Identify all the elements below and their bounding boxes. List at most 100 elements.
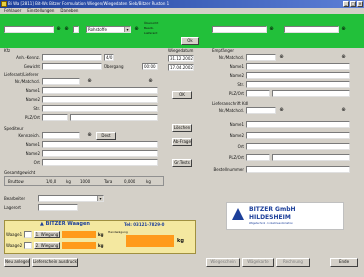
scale1-label: Waage1 <box>6 232 23 237</box>
search-icon[interactable]: ⊕ <box>86 132 93 139</box>
delivery-zip-input[interactable] <box>246 154 270 161</box>
first-weighing-button[interactable]: 1. Wiegung <box>34 231 60 238</box>
search-icon[interactable]: ⊕ <box>268 26 275 33</box>
tests-button[interactable]: Gr.Tests <box>172 159 192 167</box>
delivery-label-number: Nr./Matchcd. <box>218 108 244 113</box>
gross-value: 1/0,0 <box>46 179 57 184</box>
search-icon[interactable]: ⊕ <box>63 26 70 33</box>
tare-unit: kg <box>146 179 151 184</box>
supplier-name2-input[interactable] <box>42 96 158 103</box>
delivery-name1-input[interactable] <box>246 121 350 128</box>
invoice-button[interactable]: Rechnung <box>276 258 310 267</box>
recipient-street-input[interactable] <box>246 81 350 88</box>
filter-input-1[interactable] <box>4 26 54 33</box>
search-icon[interactable]: ⊕ <box>340 107 347 114</box>
carrier-name1-input[interactable] <box>42 141 158 148</box>
order-number-input[interactable] <box>246 166 350 173</box>
filter-info: Übersicht Bearb. Lieferant <box>144 21 178 41</box>
category-select-value: Rohstoffe <box>88 27 107 32</box>
section-delivery-address: Lieferanschrift Kdl <box>212 101 249 106</box>
transition-time-value: 00:00 <box>144 64 156 69</box>
exit-button[interactable]: Ende <box>330 258 358 267</box>
delete-button[interactable]: Löschen <box>172 124 192 132</box>
delivery-label-street: Ort <box>237 144 244 149</box>
recipient-city-input[interactable] <box>272 90 350 97</box>
search-icon[interactable]: ⊕ <box>278 54 285 61</box>
supplier-zip-input[interactable] <box>42 114 68 121</box>
search-icon[interactable]: ⊕ <box>340 54 347 61</box>
scale1-select[interactable] <box>24 231 32 238</box>
storage-label: Lagerort <box>4 205 21 210</box>
transition-time-input[interactable]: 00:00 <box>142 63 158 70</box>
delivery-city-input[interactable] <box>272 154 350 161</box>
filter-ok-button[interactable]: Ok <box>181 37 199 45</box>
delivery-street-input[interactable] <box>246 143 350 150</box>
weight-input[interactable] <box>42 63 102 70</box>
supplier-number-input[interactable] <box>42 78 80 85</box>
recipient-name1-input[interactable] <box>246 63 350 70</box>
window-titlebar: Bi Wa [2811] Bit-Ws Bitzer Formulation W… <box>0 0 364 8</box>
weigh-date-value-1: 31.12.2002 <box>170 56 193 61</box>
search-icon[interactable]: ⊕ <box>147 78 154 85</box>
supplier-street-input[interactable] <box>42 105 158 112</box>
recipient-number-input[interactable] <box>246 54 276 61</box>
date-input[interactable]: 4/0 <box>104 54 114 61</box>
net-unit: kg <box>177 238 184 244</box>
trailer-plate-input[interactable] <box>42 54 102 61</box>
category-select[interactable]: Rohstoffe ▾ <box>86 26 131 33</box>
carrier-plate-input[interactable] <box>42 132 80 139</box>
operator-label: Bearbeiter <box>4 196 26 201</box>
recipient-label-name2: Name2 <box>229 73 244 78</box>
weigh-ticket-button[interactable]: Wiegeschein <box>206 258 240 267</box>
supplier-city-input[interactable] <box>70 114 158 121</box>
delivery-number-input[interactable] <box>246 107 276 114</box>
search-icon[interactable]: ⊕ <box>278 107 285 114</box>
search-icon[interactable]: ⊕ <box>133 26 140 33</box>
operator-select[interactable]: ▾ <box>38 195 104 202</box>
scale-brand-text: BITZER Waagen <box>45 221 90 227</box>
carrier-dest-button[interactable]: Dest <box>96 132 116 140</box>
filter-input-3[interactable] <box>212 26 267 33</box>
carrier-city-input[interactable] <box>42 159 158 166</box>
search-icon[interactable]: ⊕ <box>340 26 347 33</box>
delivery-label-city: PLZ/Ort <box>228 155 244 160</box>
query-button[interactable]: Ab-Frage <box>172 138 192 146</box>
scale2-select[interactable] <box>24 242 32 249</box>
second-weighing-button[interactable]: 2. Wiegung <box>34 242 60 249</box>
scale2-value: 0 <box>91 242 95 248</box>
weigh-card-button[interactable]: Wägekarte <box>242 258 274 267</box>
recipient-label-city: PLZ/Ort <box>228 91 244 96</box>
supplier-name1-input[interactable] <box>42 87 158 94</box>
section-supplier: Lieferant/Lieferer <box>4 72 39 77</box>
weigh-date-input-1[interactable]: 31.12.2002 <box>168 55 194 62</box>
supplier-label-name1: Name1 <box>25 88 40 93</box>
delivery-name2-input[interactable] <box>246 132 350 139</box>
carrier-name2-input[interactable] <box>42 150 158 157</box>
maximize-button[interactable]: □ <box>350 1 356 7</box>
section-carrier: Spediteur <box>4 126 24 131</box>
recipient-name2-input[interactable] <box>246 72 350 79</box>
supplier-label-city: PLZ/Ort <box>24 115 40 120</box>
filter-input-2[interactable] <box>73 26 79 33</box>
company-logo-line2: HILDESHEIM <box>249 214 291 221</box>
ok-button[interactable]: OK <box>172 91 192 99</box>
close-button[interactable]: × <box>357 1 363 7</box>
recipient-zip-input[interactable] <box>246 90 270 97</box>
print-delivery-note-button[interactable]: Lieferschein ausdrucken <box>32 258 78 267</box>
app-icon <box>1 1 7 7</box>
weigh-date-input-2[interactable]: 17.04.2002 <box>168 64 194 71</box>
section-total-weight: Gesamtgewicht <box>4 170 36 175</box>
storage-input[interactable] <box>38 204 78 211</box>
company-logo-mark <box>231 207 245 221</box>
new-button[interactable]: Neu anlegen <box>4 258 30 267</box>
minimize-button[interactable]: _ <box>343 1 349 7</box>
filter-input-4[interactable] <box>284 26 339 33</box>
carrier-label-name2: Name2 <box>25 151 40 156</box>
tare-value: 0,000 <box>124 179 136 184</box>
search-icon[interactable]: ⊕ <box>86 78 93 85</box>
field-label-weight: Gewicht <box>23 64 40 69</box>
company-logo-line3: Wägetechnik · Industrieautomation <box>249 222 293 225</box>
search-icon[interactable]: ⊕ <box>55 26 62 33</box>
net-display: 0 <box>126 235 174 247</box>
window-controls: _ □ × <box>343 1 363 7</box>
